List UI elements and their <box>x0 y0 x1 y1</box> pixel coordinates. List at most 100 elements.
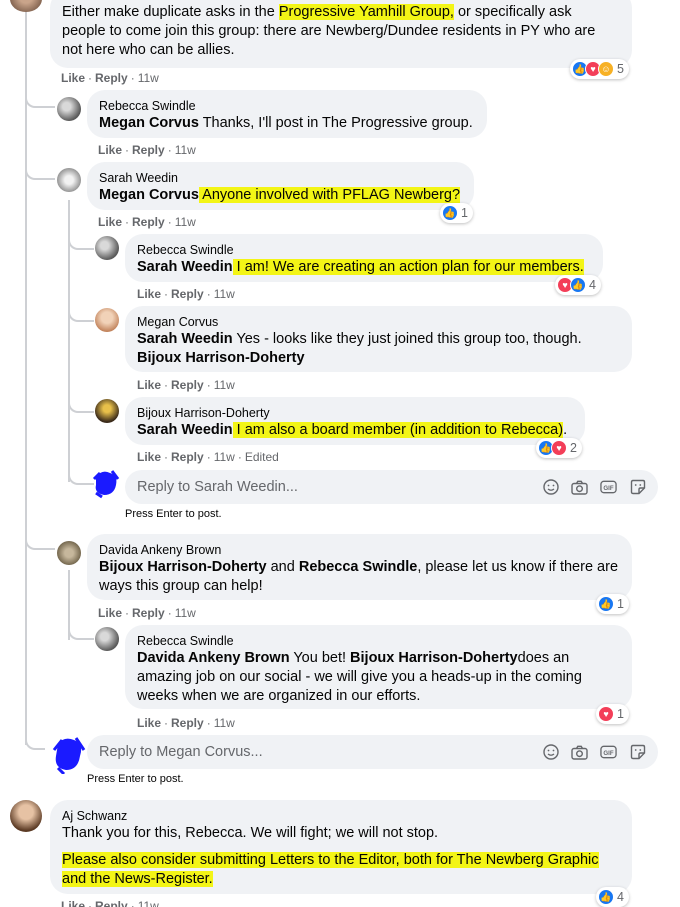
thread-connector <box>68 630 94 640</box>
comment-bubble: Either make duplicate asks in the Progre… <box>50 0 632 68</box>
reply-input[interactable] <box>137 479 542 495</box>
comment-text: or specifically ask <box>453 4 572 20</box>
commenter-name[interactable]: Sarah Weedin <box>99 170 462 186</box>
like-button[interactable]: Like <box>137 716 161 730</box>
avatar[interactable] <box>57 97 81 121</box>
timestamp[interactable]: 11w <box>138 71 159 85</box>
like-button[interactable]: Like <box>98 143 122 157</box>
mention[interactable]: Bijoux Harrison-Doherty <box>99 559 267 575</box>
reply-button[interactable]: Reply <box>171 450 204 464</box>
reaction-summary[interactable]: 👍 4 <box>596 887 629 907</box>
avatar[interactable] <box>95 399 119 423</box>
avatar[interactable] <box>95 627 119 651</box>
press-enter-hint: Press Enter to post. <box>125 508 222 520</box>
highlighted-text: and the News-Register. <box>62 871 213 887</box>
commenter-name[interactable]: Rebecca Swindle <box>137 242 591 258</box>
comment-actions: Like · Reply · 11w <box>98 143 196 157</box>
comment-bubble: Rebecca Swindle Sarah Weedin I am! We ar… <box>125 234 603 282</box>
avatar[interactable] <box>95 308 119 332</box>
commenter-name[interactable]: Davida Ankeny Brown <box>99 542 620 558</box>
commenter-name[interactable]: Rebecca Swindle <box>137 633 620 649</box>
gif-icon[interactable]: GIF <box>600 479 617 496</box>
like-button[interactable]: Like <box>98 215 122 229</box>
reply-box: GIF <box>87 735 658 769</box>
sticker-icon[interactable] <box>629 744 646 761</box>
comment-text: not here who can be allies. <box>62 42 235 58</box>
comment-text: . <box>563 422 568 438</box>
reply-button[interactable]: Reply <box>132 143 165 157</box>
avatar[interactable] <box>10 800 42 832</box>
avatar[interactable] <box>10 0 42 12</box>
comment-actions: Like · Reply · 11w <box>98 606 196 620</box>
timestamp[interactable]: 11w <box>214 378 235 392</box>
commenter-name[interactable]: Aj Schwanz <box>62 808 620 824</box>
comment-actions: Like · Reply · 11w <box>61 898 159 907</box>
like-button[interactable]: Like <box>98 606 122 620</box>
like-reaction-icon: 👍 <box>598 596 614 612</box>
commenter-name[interactable]: Megan Corvus <box>137 314 620 330</box>
mention[interactable]: Sarah Weedin <box>137 422 233 438</box>
reply-button[interactable]: Reply <box>171 716 204 730</box>
avatar[interactable] <box>95 236 119 260</box>
timestamp[interactable]: 11w <box>138 899 159 907</box>
like-button[interactable]: Like <box>137 450 161 464</box>
timestamp[interactable]: 11w <box>175 215 196 229</box>
emoji-icon[interactable] <box>542 479 559 496</box>
reply-button[interactable]: Reply <box>95 899 128 907</box>
thread-line-main <box>25 0 27 745</box>
redacted-avatar <box>92 470 120 499</box>
camera-icon[interactable] <box>571 479 588 496</box>
commenter-name[interactable]: Rebecca Swindle <box>99 98 475 114</box>
reaction-summary[interactable]: 👍 1 <box>596 594 629 614</box>
edited-label[interactable]: Edited <box>245 450 279 464</box>
like-button[interactable]: Like <box>137 378 161 392</box>
thread-connector <box>68 312 94 322</box>
care-reaction-icon: ☺ <box>598 61 614 77</box>
mention[interactable]: Davida Ankeny Brown <box>137 650 290 666</box>
commenter-name[interactable]: Bijoux Harrison-Doherty <box>137 405 573 421</box>
timestamp[interactable]: 11w <box>214 287 235 301</box>
comment-text: does an <box>517 650 570 666</box>
reply-button[interactable]: Reply <box>95 71 128 85</box>
like-button[interactable]: Like <box>61 71 85 85</box>
like-button[interactable]: Like <box>137 287 161 301</box>
mention[interactable]: Megan Corvus <box>99 187 199 203</box>
love-reaction-icon: ♥ <box>598 706 614 722</box>
like-reaction-icon: 👍 <box>570 277 586 293</box>
mention[interactable]: Megan Corvus <box>99 115 199 131</box>
camera-icon[interactable] <box>571 744 588 761</box>
mention[interactable]: Rebecca Swindle <box>299 559 417 575</box>
highlighted-text: Anyone involved with PFLAG Newberg? <box>198 187 461 203</box>
highlighted-text: Progressive Yamhill Group, <box>278 4 454 20</box>
reaction-count: 4 <box>617 890 624 904</box>
reply-button[interactable]: Reply <box>171 378 204 392</box>
reaction-summary[interactable]: 👍 ♥ ☺ 5 <box>570 59 629 79</box>
comment-bubble: Davida Ankeny Brown Bijoux Harrison-Dohe… <box>87 534 632 600</box>
mention[interactable]: Bijoux Harrison-Doherty <box>350 650 518 666</box>
mention[interactable]: Sarah Weedin <box>137 331 233 347</box>
mention[interactable]: Sarah Weedin <box>137 259 233 275</box>
comment-bubble: Bijoux Harrison-Doherty Sarah Weedin I a… <box>125 397 585 445</box>
timestamp[interactable]: 11w <box>175 143 196 157</box>
timestamp[interactable]: 11w <box>175 606 196 620</box>
reaction-summary[interactable]: 👍 1 <box>440 203 473 223</box>
reply-button[interactable]: Reply <box>171 287 204 301</box>
reply-button[interactable]: Reply <box>132 606 165 620</box>
reply-input[interactable] <box>99 744 542 760</box>
comment-text: Either make duplicate asks in the <box>62 4 275 20</box>
timestamp[interactable]: 11w <box>214 450 235 464</box>
reaction-summary[interactable]: ♥ 1 <box>596 704 629 724</box>
emoji-icon[interactable] <box>542 744 559 761</box>
like-button[interactable]: Like <box>61 899 85 907</box>
reaction-summary[interactable]: 👍 ♥ 2 <box>536 438 582 458</box>
avatar[interactable] <box>57 541 81 565</box>
reaction-summary[interactable]: ♥ 👍 4 <box>555 275 601 295</box>
love-reaction-icon: ♥ <box>551 440 567 456</box>
sticker-icon[interactable] <box>629 479 646 496</box>
timestamp[interactable]: 11w <box>214 716 235 730</box>
reply-box: GIF <box>125 470 658 504</box>
reply-button[interactable]: Reply <box>132 215 165 229</box>
gif-icon[interactable]: GIF <box>600 744 617 761</box>
avatar[interactable] <box>57 168 81 192</box>
mention[interactable]: Bijoux Harrison-Doherty <box>137 350 305 366</box>
